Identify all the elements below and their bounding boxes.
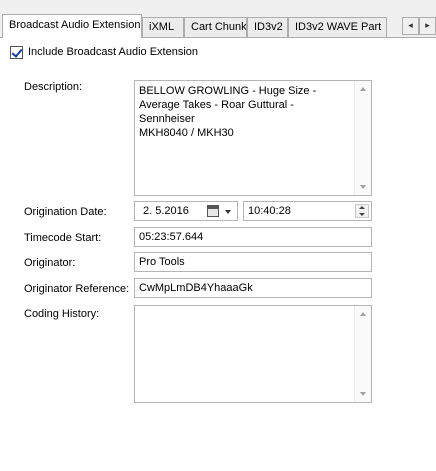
include-bext-label[interactable]: Include Broadcast Audio Extension: [28, 46, 198, 58]
origination-date-picker[interactable]: 2. 5.2016: [134, 201, 238, 221]
tab-broadcast-audio-extension[interactable]: Broadcast Audio Extension: [2, 14, 142, 38]
timecode-start-label: Timecode Start:: [24, 232, 102, 244]
spin-down-icon[interactable]: [359, 213, 365, 216]
origination-date-value: 2. 5.2016: [143, 205, 189, 217]
origination-date-label: Origination Date:: [24, 206, 107, 218]
originator-label: Originator:: [24, 257, 76, 269]
calendar-icon[interactable]: [207, 205, 219, 217]
scroll-down-icon[interactable]: [360, 185, 366, 189]
time-spinner[interactable]: [355, 204, 369, 218]
description-textarea[interactable]: BELLOW GROWLING - Huge Size - Average Ta…: [134, 80, 372, 196]
originator-reference-label: Originator Reference:: [24, 283, 130, 295]
chevron-down-icon[interactable]: [225, 210, 231, 214]
tab-id3v2[interactable]: ID3v2: [247, 17, 288, 37]
tab-scroll-left-icon[interactable]: ◂: [402, 17, 419, 35]
timecode-start-field[interactable]: 05:23:57.644: [134, 227, 372, 247]
originator-field[interactable]: Pro Tools: [134, 252, 372, 272]
scroll-down-icon[interactable]: [360, 392, 366, 396]
coding-history-textarea[interactable]: [134, 305, 372, 403]
spin-up-icon[interactable]: [359, 206, 365, 209]
origination-time-value: 10:40:28: [248, 205, 291, 217]
scroll-up-icon[interactable]: [360, 312, 366, 316]
coding-history-scrollbar[interactable]: [354, 306, 371, 402]
scroll-up-icon[interactable]: [360, 87, 366, 91]
include-bext-checkbox[interactable]: [10, 46, 23, 59]
description-scrollbar[interactable]: [354, 81, 371, 195]
origination-time-field[interactable]: 10:40:28: [243, 201, 372, 221]
tab-ixml[interactable]: iXML: [142, 17, 184, 37]
description-label: Description:: [24, 81, 83, 93]
coding-history-label: Coding History:: [24, 308, 100, 320]
description-text: BELLOW GROWLING - Huge Size - Average Ta…: [139, 85, 317, 139]
tab-scroll-right-icon[interactable]: ▸: [419, 17, 436, 35]
tab-strip: Broadcast Audio Extension iXML Cart Chun…: [0, 0, 436, 38]
bext-panel: Include Broadcast Audio Extension Descri…: [0, 37, 436, 471]
originator-reference-field[interactable]: CwMpLmDB4YhaaaGk: [134, 278, 372, 298]
tab-cart-chunk[interactable]: Cart Chunk: [184, 17, 247, 37]
tab-id3v2-wave-part[interactable]: ID3v2 WAVE Part: [288, 17, 387, 37]
